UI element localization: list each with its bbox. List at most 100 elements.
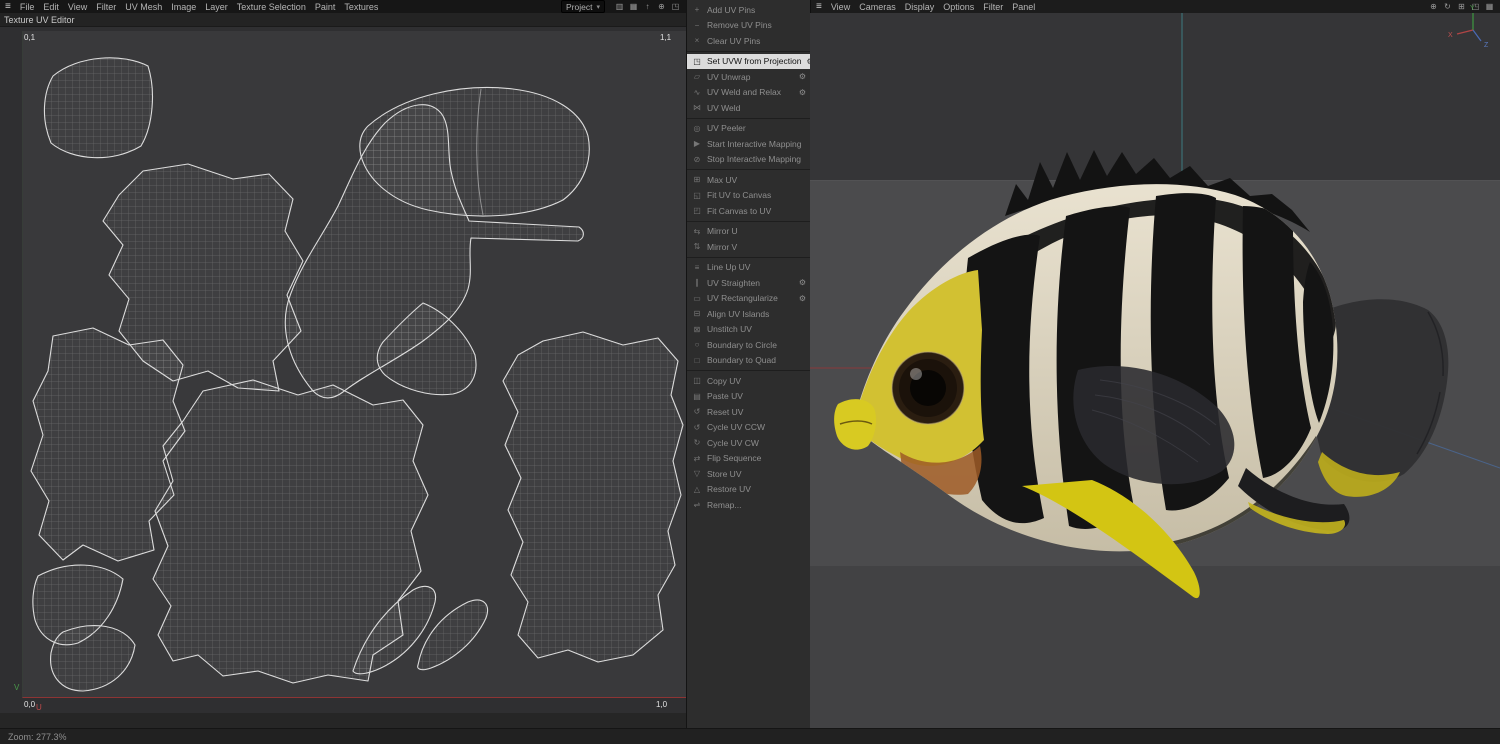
menu-filter[interactable]: Filter	[96, 2, 116, 12]
uv-menu-item-fit-canvas-to-uv[interactable]: ◰ Fit Canvas to UV	[687, 203, 810, 219]
menu-uv-mesh[interactable]: UV Mesh	[125, 2, 162, 12]
pin-clear-icon: ×	[694, 36, 700, 46]
uv-menu-item-label: Restore UV	[707, 484, 751, 495]
uv-menu-item-uv-peeler[interactable]: ◎ UV Peeler	[687, 121, 810, 137]
pin-remove-icon: −	[694, 20, 700, 30]
uv-menu-item-mirror-u[interactable]: ⇆ Mirror U	[687, 224, 810, 240]
menu-image[interactable]: Image	[171, 2, 196, 12]
uv-menu-item-label: Stop Interactive Mapping	[707, 154, 802, 165]
uv-menu-item-label: Remove UV Pins	[707, 20, 772, 31]
uv-menu-item-uv-straighten[interactable]: ∥ UV Straighten ⚙	[687, 275, 810, 291]
copy-icon: ◫	[693, 376, 701, 386]
paste-icon: ▤	[693, 391, 701, 401]
menu-textures[interactable]: Textures	[344, 2, 378, 12]
uv-menu-item-label: UV Straighten	[707, 277, 760, 288]
uv-menu-item-start-interactive-mapping[interactable]: ▶ Start Interactive Mapping	[687, 136, 810, 152]
uv-command-menu: + Add UV Pins − Remove UV Pins × Clear UV Pin…	[686, 0, 810, 728]
maximize-panel-icon[interactable]: ◳	[670, 2, 681, 11]
fish-model[interactable]	[834, 150, 1449, 599]
uv-menu-item-cycle-uv-ccw[interactable]: ↺ Cycle UV CCW	[687, 420, 810, 436]
uv-menu-item-uv-unwrap[interactable]: ▱ UV Unwrap ⚙	[687, 69, 810, 85]
fish-eye	[891, 351, 965, 425]
menu-file[interactable]: File	[20, 2, 35, 12]
bodypaint-uv-workspace: ≡ File Edit View Filter UV Mesh Image Layer Tex…	[0, 0, 1500, 744]
gear-icon[interactable]: ⚙	[799, 294, 806, 303]
menu-view[interactable]: View	[68, 2, 87, 12]
mirror-v-icon: ⇅	[693, 242, 701, 252]
uv-menu-item-reset-uv[interactable]: ↺ Reset UV	[687, 404, 810, 420]
uv-menu-item-label: Copy UV	[707, 375, 742, 386]
gear-icon[interactable]: ⚙	[799, 72, 806, 81]
hamburger-menu-icon[interactable]: ≡	[5, 0, 11, 13]
axis-gizmo: X Y Z	[1448, 5, 1489, 49]
uv-menu-item-boundary-to-circle[interactable]: ○ Boundary to Circle	[687, 337, 810, 353]
uv-menu-item-label: Set UVW from Projection	[707, 56, 802, 67]
uv-island[interactable]	[502, 331, 684, 663]
flip-sequence-icon: ⇄	[693, 453, 701, 463]
left-menubar-icons: ▥ ▦ ↑ ⊕ ◳	[614, 2, 681, 11]
menu-paint[interactable]: Paint	[315, 2, 336, 12]
unstitch-icon: ⊠	[693, 324, 701, 334]
gizmo-z-label: Z	[1484, 42, 1489, 49]
gear-icon[interactable]: ⚙	[799, 88, 806, 97]
uv-menu-item-mirror-v[interactable]: ⇅ Mirror V	[687, 239, 810, 255]
uv-island[interactable]	[43, 57, 153, 159]
weld-icon: ⋈	[693, 103, 701, 113]
uv-island[interactable]	[50, 625, 136, 692]
uv-menu-item-copy-uv[interactable]: ◫ Copy UV	[687, 373, 810, 389]
uv-menu-item-flip-sequence[interactable]: ⇄ Flip Sequence	[687, 451, 810, 467]
uv-coord-bottom-left: 0,0	[24, 700, 36, 709]
uv-menu-item-label: Remap...	[707, 499, 742, 510]
uv-menu-item-store-uv[interactable]: ▽ Store UV	[687, 466, 810, 482]
uv-menu-item-uv-weld-and-relax[interactable]: ∿ UV Weld and Relax ⚙	[687, 85, 810, 101]
texture-grid-icon[interactable]: ▦	[628, 2, 639, 11]
uv-menu-item-cycle-uv-cw[interactable]: ↻ Cycle UV CW	[687, 435, 810, 451]
uv-menu-item-align-uv-islands[interactable]: ⊟ Align UV Islands	[687, 306, 810, 322]
menu-separator	[687, 169, 810, 170]
uv-islands-layer	[30, 57, 684, 692]
pan-hand-icon[interactable]: ⊕	[656, 2, 667, 11]
uv-menu-item-line-up-uv[interactable]: ≡ Line Up UV	[687, 260, 810, 276]
uv-menu-item-max-uv[interactable]: ⊞ Max UV	[687, 172, 810, 188]
uv-menu-item-set-uvw-from-projection[interactable]: ◳Set UVW from Projection⚙	[687, 53, 810, 69]
histogram-icon[interactable]: ▥	[614, 2, 625, 11]
boundary-quad-icon: □	[694, 355, 700, 365]
uv-menu-item-label: Boundary to Circle	[707, 339, 777, 350]
panel-title-bar: Texture UV Editor	[0, 13, 686, 27]
uv-menu-item-stop-interactive-mapping[interactable]: ⊘ Stop Interactive Mapping	[687, 152, 810, 168]
menu-layer[interactable]: Layer	[205, 2, 228, 12]
align-islands-icon: ⊟	[693, 309, 701, 319]
start-mapping-icon: ▶	[693, 139, 701, 149]
uv-menu-item-label: Fit UV to Canvas	[707, 190, 772, 201]
uv-menu-item-fit-uv-to-canvas[interactable]: ◱ Fit UV to Canvas	[687, 188, 810, 204]
fit-uv-canvas-icon: ◱	[693, 190, 701, 200]
uv-menu-item-add-uv-pins[interactable]: + Add UV Pins	[687, 2, 810, 18]
uv-menu-item-clear-uv-pins[interactable]: × Clear UV Pins	[687, 33, 810, 49]
uv-menu-item-unstitch-uv[interactable]: ⊠ Unstitch UV	[687, 322, 810, 338]
reset-icon: ↺	[693, 407, 701, 417]
uv-menu-item-label: Align UV Islands	[707, 308, 770, 319]
uv-menu-item-paste-uv[interactable]: ▤ Paste UV	[687, 389, 810, 405]
project-dropdown[interactable]: Project ▾	[561, 0, 605, 13]
viewport-scene-layer: X Y Z	[810, 5, 1500, 599]
uv-menu-item-uv-rectangularize[interactable]: ▭ UV Rectangularize ⚙	[687, 291, 810, 307]
menu-texture-selection[interactable]: Texture Selection	[237, 2, 306, 12]
uv-menu-item-label: Line Up UV	[707, 262, 751, 273]
uv-menu-item-remap[interactable]: ⇌ Remap...	[687, 497, 810, 513]
uv-unit-square[interactable]	[22, 31, 686, 698]
gear-icon[interactable]: ⚙	[799, 278, 806, 287]
menu-edit[interactable]: Edit	[43, 2, 59, 12]
uv-canvas[interactable]: 0,1 1,1 0,0 1,0 U V	[0, 27, 686, 713]
uv-menu-item-remove-uv-pins[interactable]: − Remove UV Pins	[687, 18, 810, 34]
uv-menu-item-label: Cycle UV CW	[707, 437, 759, 448]
perspective-viewport[interactable]: ≡ View Cameras Display Options Filter Panel ⊕…	[810, 0, 1500, 728]
unwrap-icon: ▱	[693, 72, 701, 82]
uv-menu-item-boundary-to-quad[interactable]: □ Boundary to Quad	[687, 353, 810, 369]
chevron-down-icon: ▾	[596, 3, 600, 11]
uv-menu-item-label: UV Unwrap	[707, 71, 751, 82]
uv-menu-item-uv-weld[interactable]: ⋈ UV Weld	[687, 100, 810, 116]
uv-menu-item-restore-uv[interactable]: △ Restore UV	[687, 482, 810, 498]
arrow-up-icon[interactable]: ↑	[642, 2, 653, 11]
uv-island[interactable]	[359, 86, 590, 217]
gizmo-x-label: X	[1448, 32, 1453, 39]
